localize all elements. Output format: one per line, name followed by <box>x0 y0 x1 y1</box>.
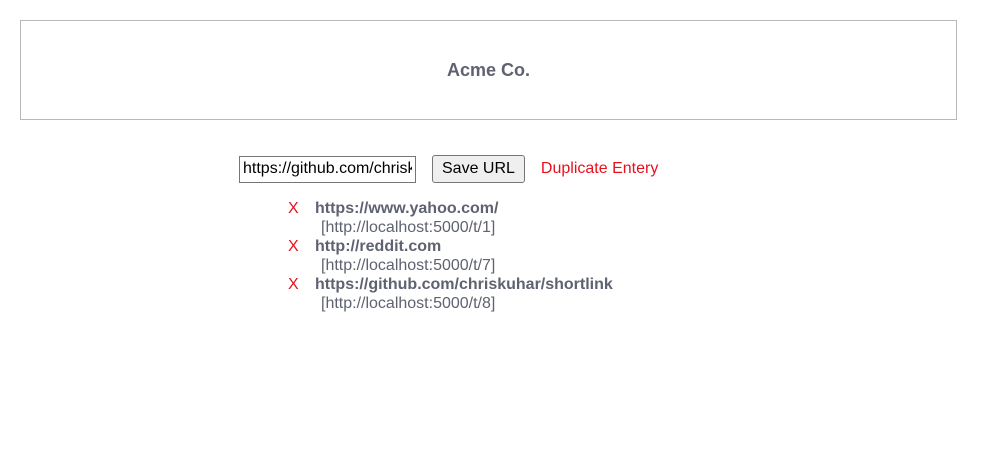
short-url: [http://localhost:5000/t/8] <box>321 295 496 312</box>
original-url-link[interactable]: https://github.com/chriskuhar/shortlink <box>315 275 613 294</box>
short-url: [http://localhost:5000/t/1] <box>321 219 496 236</box>
save-url-button[interactable]: Save URL <box>432 155 525 183</box>
original-url-link[interactable]: http://reddit.com <box>315 237 441 256</box>
url-form: Save URL Duplicate Entery <box>239 155 658 183</box>
url-input[interactable] <box>239 155 416 183</box>
short-link-list: X https://www.yahoo.com/ [http://localho… <box>288 199 613 313</box>
page: Acme Co. Save URL Duplicate Entery X htt… <box>0 0 991 454</box>
error-message: Duplicate Entery <box>540 160 659 177</box>
delete-link-button[interactable]: X <box>288 275 315 294</box>
link-item: X https://www.yahoo.com/ [http://localho… <box>288 199 613 237</box>
delete-link-button[interactable]: X <box>288 237 315 256</box>
link-item: X http://reddit.com [http://localhost:50… <box>288 237 613 275</box>
delete-link-button[interactable]: X <box>288 199 315 218</box>
short-url: [http://localhost:5000/t/7] <box>321 257 496 274</box>
company-title: Acme Co. <box>446 59 531 80</box>
link-item: X https://github.com/chriskuhar/shortlin… <box>288 275 613 313</box>
header-banner: Acme Co. <box>20 20 957 120</box>
original-url-link[interactable]: https://www.yahoo.com/ <box>315 199 498 218</box>
